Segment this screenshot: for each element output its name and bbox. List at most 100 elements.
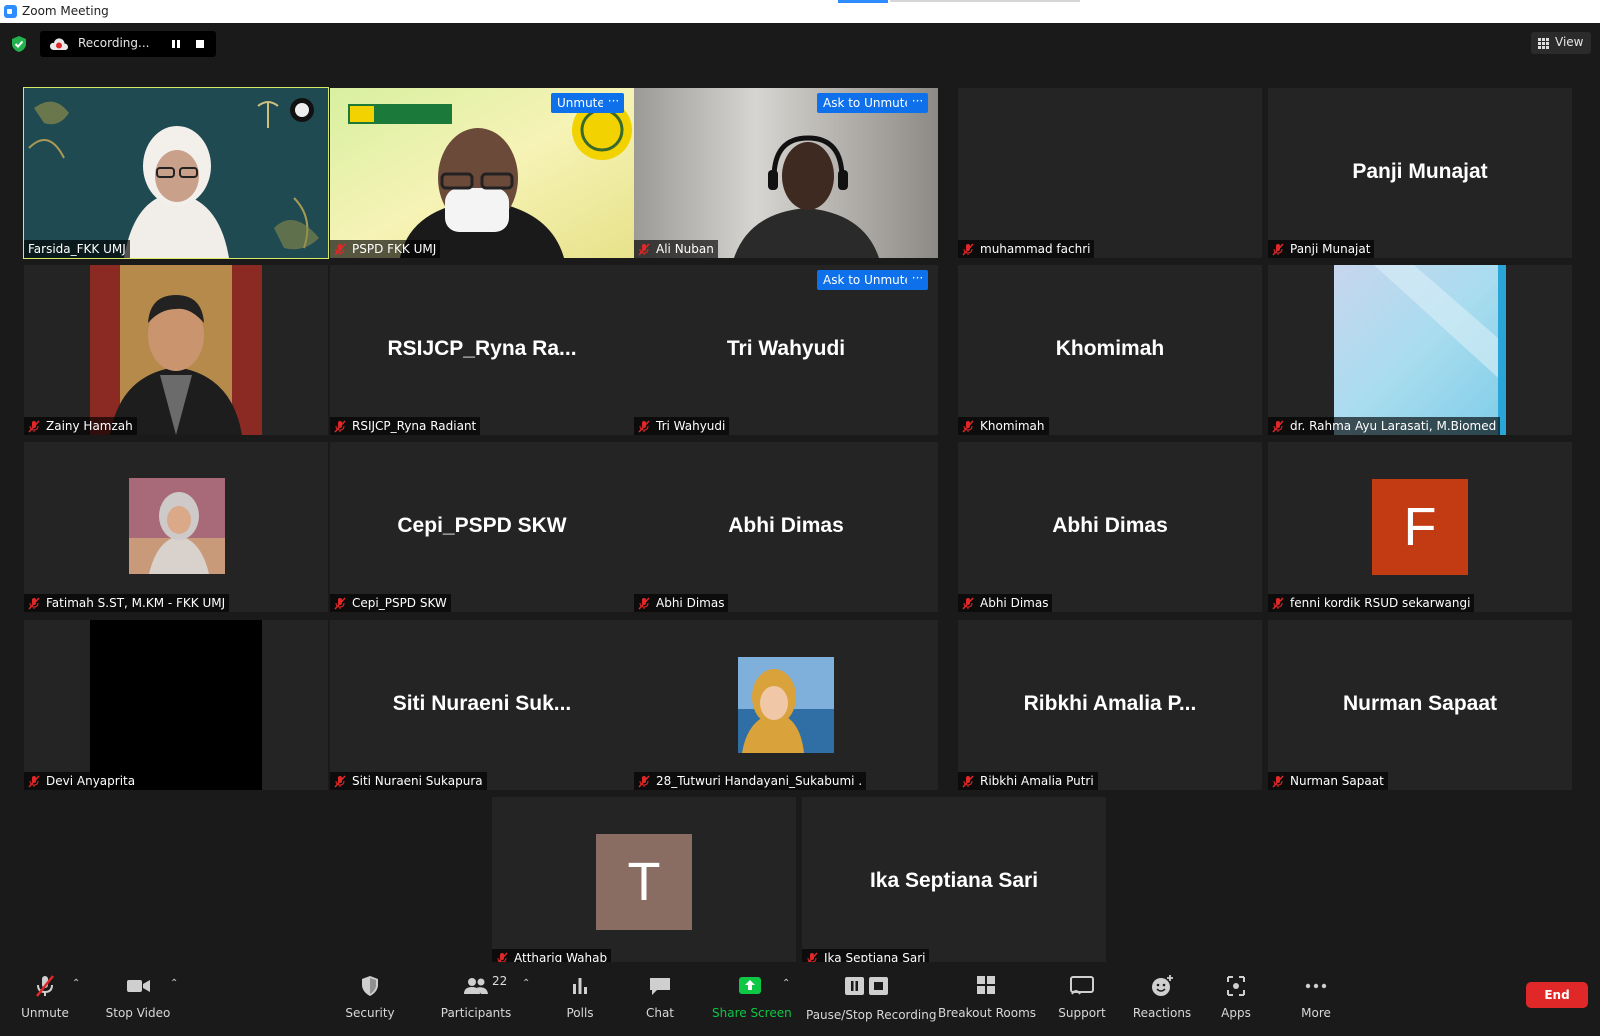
chat-button[interactable]: Chat [636, 970, 684, 1030]
participant-tile[interactable]: Khomimah Khomimah [958, 265, 1262, 435]
participant-name-tag: muhammad fachri [958, 240, 1095, 258]
participant-name-tag: Nurman Sapaat [1268, 772, 1388, 790]
support-button[interactable]: Support [1050, 970, 1114, 1030]
participant-name: Zainy Hamzah [46, 419, 133, 433]
stop-video-label: Stop Video [105, 1006, 171, 1020]
ask-to-unmute-button[interactable]: Ask to Unmute [817, 270, 918, 290]
participant-tile[interactable]: Ribkhi Amalia P... Ribkhi Amalia Putri [958, 620, 1262, 790]
participant-tile[interactable]: RSIJCP_Ryna Ra... RSIJCP_Ryna Radiant [330, 265, 634, 435]
apps-button[interactable]: Apps [1212, 970, 1260, 1030]
participants-label: Participants [440, 1006, 512, 1020]
share-options-caret[interactable]: ⌃ [782, 970, 794, 1030]
unmute-label: Unmute [21, 1006, 69, 1020]
participant-name-tag: Abhi Dimas [958, 594, 1053, 612]
participant-tile[interactable]: Panji Munajat Panji Munajat [1268, 88, 1572, 258]
pause-recording-icon[interactable] [168, 36, 184, 52]
participant-tile[interactable]: Ika Septiana Sari Ika Septiana Sari [802, 797, 1106, 967]
participant-tile[interactable]: Nurman Sapaat Nurman Sapaat [1268, 620, 1572, 790]
tile-more-button[interactable]: ··· [907, 270, 928, 290]
participant-tile[interactable]: Unmute ··· PSPD FKK UMJ [330, 88, 634, 258]
security-label: Security [345, 1006, 395, 1020]
mic-muted-icon [1272, 774, 1284, 788]
participant-tile[interactable]: F fenni kordik RSUD sekarwangi [1268, 442, 1572, 612]
participant-name-tag: Abhi Dimas [634, 594, 729, 612]
more-label: More [1301, 1006, 1331, 1020]
end-meeting-button[interactable]: End [1526, 982, 1588, 1008]
reactions-button[interactable]: Reactions [1130, 970, 1194, 1030]
participant-name-tag: Fatimah S.ST, M.KM - FKK UMJ [24, 594, 230, 612]
zoom-logo-icon [4, 5, 17, 18]
participant-tile[interactable]: muhammad fachri [958, 88, 1262, 258]
title-bar: Zoom Meeting [0, 0, 1600, 23]
chevron-up-icon: ⌃ [522, 978, 531, 989]
mic-muted-icon [1272, 242, 1284, 256]
participant-display-name: Abhi Dimas [1052, 514, 1168, 537]
participant-tile[interactable]: Ask to Unmute ··· Ali Nuban [634, 88, 938, 258]
participant-tile[interactable]: Cepi_PSPD SKW Cepi_PSPD SKW [330, 442, 634, 612]
pause-stop-recording-button[interactable]: Pause/Stop Recording [806, 970, 936, 1030]
participant-name: Panji Munajat [1290, 242, 1371, 256]
view-button[interactable]: View [1531, 32, 1591, 54]
more-button[interactable]: More [1290, 970, 1342, 1030]
encryption-shield-icon[interactable] [11, 35, 27, 53]
participant-name: dr. Rahma Ayu Larasati, M.Biomed [1290, 419, 1497, 433]
security-button[interactable]: Security [336, 970, 404, 1030]
participant-display-name: Abhi Dimas [728, 514, 844, 537]
participant-name: PSPD FKK UMJ [352, 242, 437, 256]
chevron-up-icon: ⌃ [782, 978, 791, 989]
mic-muted-icon [638, 242, 650, 256]
video-options-caret[interactable]: ⌃ [170, 970, 182, 1030]
polls-button[interactable]: Polls [556, 970, 604, 1030]
title-accent-track [890, 0, 1080, 2]
tile-more-button[interactable]: ··· [603, 93, 624, 113]
participant-tile[interactable]: Abhi Dimas Abhi Dimas [634, 442, 938, 612]
breakout-rooms-icon [977, 976, 995, 994]
more-dots-icon [1305, 983, 1327, 989]
participant-video [634, 88, 938, 258]
participant-tile[interactable]: Abhi Dimas Abhi Dimas [958, 442, 1262, 612]
unmute-request-button[interactable]: Unmute [551, 93, 611, 113]
participant-display-name: Cepi_PSPD SKW [397, 514, 567, 537]
share-screen-label: Share Screen [712, 1006, 792, 1020]
participant-tile[interactable]: 28_Tutwuri Handayani_Sukabumi . [634, 620, 938, 790]
participant-avatar-photo [738, 657, 834, 753]
unmute-button[interactable]: Unmute [14, 970, 76, 1030]
participant-display-name: RSIJCP_Ryna Ra... [387, 337, 577, 360]
mic-muted-icon [28, 774, 40, 788]
participant-tile[interactable]: Ask to Unmute ··· Tri Wahyudi Tri Wahyud… [634, 265, 938, 435]
participants-button[interactable]: 22 Participants [436, 970, 516, 1030]
participant-name: fenni kordik RSUD sekarwangi [1290, 596, 1471, 610]
mic-muted-icon [334, 596, 346, 610]
breakout-rooms-button[interactable]: Breakout Rooms [938, 970, 1037, 1030]
participant-name-tag: Panji Munajat [1268, 240, 1375, 258]
participant-tile[interactable]: Siti Nuraeni Suk... Siti Nuraeni Sukapur… [330, 620, 634, 790]
participants-count: 22 [492, 974, 508, 988]
participants-options-caret[interactable]: ⌃ [522, 970, 534, 1030]
stop-recording-icon[interactable] [192, 36, 208, 52]
chat-label: Chat [645, 1006, 675, 1020]
participant-name: 28_Tutwuri Handayani_Sukabumi . [656, 774, 863, 788]
participants-icon [464, 978, 488, 994]
participant-tile[interactable]: dr. Rahma Ayu Larasati, M.Biomed [1268, 265, 1572, 435]
participant-display-name: Panji Munajat [1352, 160, 1488, 183]
participant-name: Tri Wahyudi [656, 419, 726, 433]
participant-tile[interactable]: Farsida_FKK UMJ [23, 87, 329, 259]
participant-video [1334, 265, 1506, 435]
participant-tile[interactable]: T Atthariq Wahab [492, 797, 796, 967]
participant-tile[interactable]: Devi Anyaprita [24, 620, 328, 790]
share-screen-button[interactable]: Share Screen [712, 970, 792, 1030]
participant-name-tag: 28_Tutwuri Handayani_Sukabumi . [634, 772, 867, 790]
participant-name-tag: dr. Rahma Ayu Larasati, M.Biomed [1268, 417, 1501, 435]
participant-name: Devi Anyaprita [46, 774, 136, 788]
participant-tile[interactable]: Zainy Hamzah [24, 265, 328, 435]
participant-name-tag: Cepi_PSPD SKW [330, 594, 451, 612]
participant-tile[interactable]: Fatimah S.ST, M.KM - FKK UMJ [24, 442, 328, 612]
tile-more-button[interactable]: ··· [907, 93, 928, 113]
participant-name-tag: Zainy Hamzah [24, 417, 137, 435]
stop-video-button[interactable]: Stop Video [102, 970, 174, 1030]
breakout-rooms-label: Breakout Rooms [938, 1006, 1037, 1020]
audio-options-caret[interactable]: ⌃ [72, 970, 84, 1030]
support-screen-icon [1070, 976, 1094, 995]
ask-to-unmute-button[interactable]: Ask to Unmute [817, 93, 918, 113]
participant-display-name: Tri Wahyudi [726, 337, 846, 360]
